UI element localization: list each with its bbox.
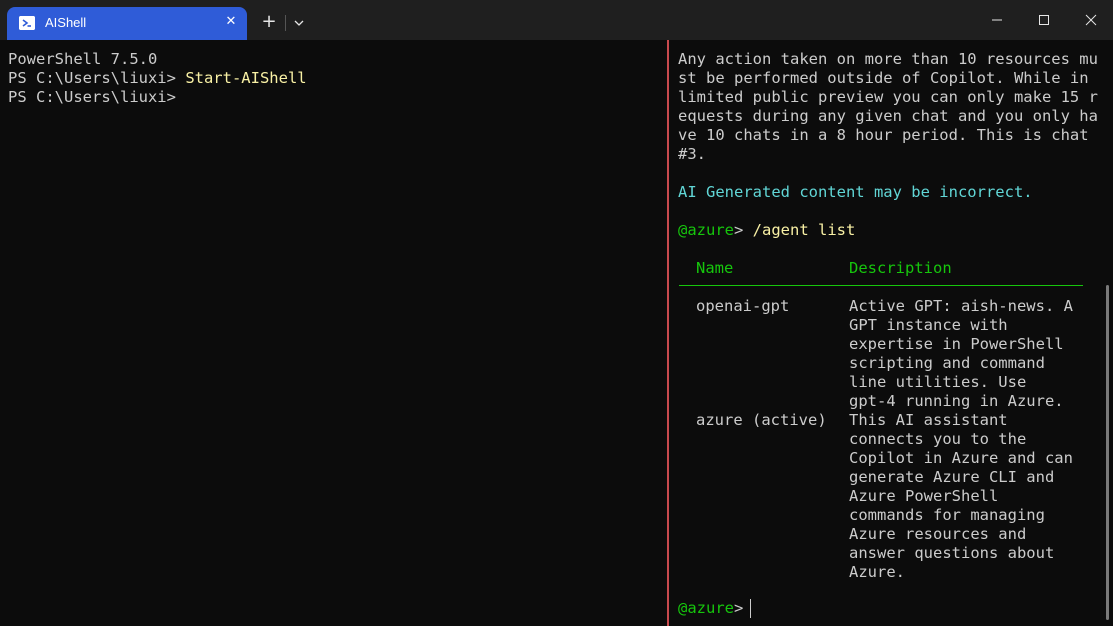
powershell-version: PowerShell 7.5.0 <box>8 50 158 68</box>
window-close-icon[interactable] <box>1076 8 1106 32</box>
intro-line: ve 10 chats in a 8 hour period. This is … <box>678 126 1089 144</box>
command-line: PS C:\Users\liuxi> Start-AIShell <box>8 69 307 88</box>
command-text: Start-AIShell <box>185 69 307 87</box>
maximize-icon[interactable] <box>1029 8 1059 32</box>
ai-disclaimer: AI Generated content may be incorrect. <box>678 183 1033 201</box>
intro-line: st be performed outside of Copilot. Whil… <box>678 69 1089 87</box>
title-bar: AIShell ✕ + <box>0 0 1113 40</box>
left-terminal-pane[interactable]: PowerShell 7.5.0 PS C:\Users\liuxi> Star… <box>0 40 667 626</box>
prompt-symbol: > <box>734 221 753 239</box>
table-header-name: Name <box>696 259 734 277</box>
prompt-agent: @azure <box>678 221 734 239</box>
intro-line: #3. <box>678 145 706 163</box>
prompt-path: PS C:\Users\liuxi> <box>8 69 186 87</box>
table-row-description: Copilot in Azure and can <box>849 449 1073 467</box>
table-row-description: GPT instance with <box>849 316 1008 334</box>
tab-title: AIShell <box>45 15 87 30</box>
current-prompt: PS C:\Users\liuxi> <box>8 88 176 106</box>
prompt-agent: @azure <box>678 599 734 617</box>
intro-line: Any action taken on more than 10 resourc… <box>678 50 1098 68</box>
prompt-symbol: > <box>734 599 744 617</box>
table-row-description: Active GPT: aish-news. A <box>849 297 1073 315</box>
table-row-description: expertise in PowerShell <box>849 335 1064 353</box>
agent-command: /agent list <box>752 221 856 239</box>
intro-line: equests during any given chat and you on… <box>678 107 1098 125</box>
close-icon[interactable]: ✕ <box>223 14 239 30</box>
scrollbar[interactable] <box>1106 285 1109 620</box>
table-row-description: connects you to the <box>849 430 1027 448</box>
table-row-name: openai-gpt <box>696 297 790 315</box>
plus-icon[interactable]: + <box>258 12 280 34</box>
table-row-description: answer questions about <box>849 544 1055 562</box>
table-row-description: This AI assistant <box>849 411 1008 429</box>
table-header-rule <box>679 285 1083 286</box>
table-row-name: azure (active) <box>696 411 827 429</box>
table-row-description: Azure PowerShell <box>849 487 999 505</box>
powershell-icon <box>19 16 35 30</box>
table-row-description: commands for managing <box>849 506 1045 524</box>
table-row-description: line utilities. Use <box>849 373 1027 391</box>
right-terminal-pane[interactable]: Any action taken on more than 10 resourc… <box>669 40 1113 626</box>
tab-aishell[interactable]: AIShell ✕ <box>7 7 247 40</box>
text-cursor <box>750 599 751 618</box>
final-prompt[interactable]: @azure> <box>678 599 743 618</box>
table-row-description: gpt-4 running in Azure. <box>849 392 1064 410</box>
minimize-icon[interactable] <box>982 8 1012 32</box>
table-row-description: scripting and command <box>849 354 1045 372</box>
agent-command-line: @azure> /agent list <box>678 221 855 240</box>
table-row-description: Azure resources and <box>849 525 1027 543</box>
table-row-description: generate Azure CLI and <box>849 468 1055 486</box>
table-row-description: Azure. <box>849 563 905 581</box>
table-header-description: Description <box>849 259 952 277</box>
tab-separator <box>285 15 286 31</box>
chevron-down-icon[interactable] <box>290 13 308 33</box>
intro-line: limited public preview you can only make… <box>678 88 1098 106</box>
